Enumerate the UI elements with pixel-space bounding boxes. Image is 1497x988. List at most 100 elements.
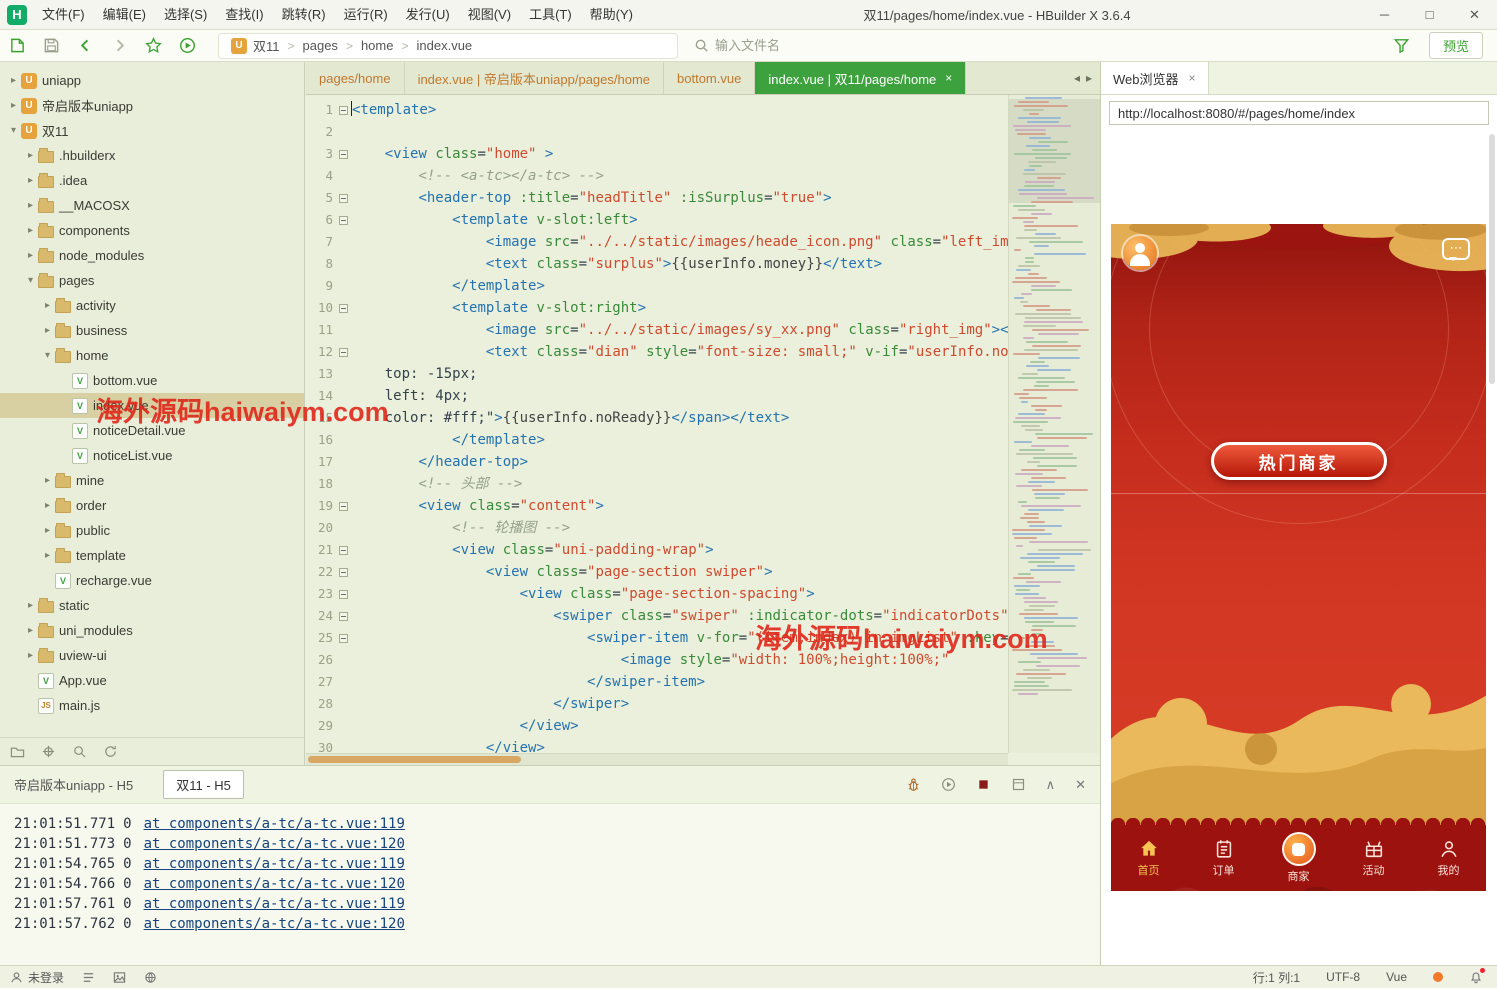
fold-marker-icon[interactable] <box>336 627 351 649</box>
code-line[interactable]: 12 <text class="dian" style="font-size: … <box>306 341 1008 363</box>
language-mode[interactable]: Vue <box>1386 970 1407 984</box>
back-icon[interactable] <box>68 33 102 59</box>
avatar[interactable] <box>1123 236 1157 270</box>
menu-item[interactable]: 选择(S) <box>155 0 216 30</box>
breadcrumb-item[interactable]: pages <box>303 38 338 53</box>
expand-arrow[interactable]: ▸ <box>23 250 38 261</box>
expand-arrow[interactable]: ▸ <box>40 325 55 336</box>
log-source-link[interactable]: at components/a-tc/a-tc.vue:119 <box>144 816 405 832</box>
expand-arrow[interactable]: ▸ <box>23 225 38 236</box>
fold-marker-icon[interactable] <box>336 605 351 627</box>
code-line[interactable]: 14 left: 4px; <box>306 385 1008 407</box>
code-line[interactable]: 23 <view class="page-section-spacing"> <box>306 583 1008 605</box>
log-source-link[interactable]: at components/a-tc/a-tc.vue:120 <box>144 916 405 932</box>
code-line[interactable]: 1<template> <box>306 99 1008 121</box>
menu-item[interactable]: 文件(F) <box>33 0 94 30</box>
code-line[interactable]: 16 </template> <box>306 429 1008 451</box>
expand-arrow[interactable]: ▸ <box>6 75 21 86</box>
minimize-icon[interactable]: ─ <box>1362 0 1407 30</box>
fold-marker-icon[interactable] <box>336 561 351 583</box>
editor-tab[interactable]: index.vue | 帝启版本uniapp/pages/home <box>405 62 664 94</box>
new-file-icon[interactable] <box>0 33 34 59</box>
code-line[interactable]: 18 <!-- 头部 --> <box>306 473 1008 495</box>
code-line[interactable]: 17 </header-top> <box>306 451 1008 473</box>
minimap-viewport[interactable] <box>1009 99 1100 203</box>
code-line[interactable]: 26 <image style="width: 100%;height:100%… <box>306 649 1008 671</box>
editor-tab[interactable]: bottom.vue <box>664 62 755 94</box>
collapse-icon[interactable]: ∧ <box>1046 777 1056 793</box>
tree-item[interactable]: JSmain.js <box>0 693 304 718</box>
url-input[interactable] <box>1110 106 1488 121</box>
fold-marker-icon[interactable] <box>336 209 351 231</box>
encoding[interactable]: UTF-8 <box>1326 970 1360 984</box>
menu-item[interactable]: 运行(R) <box>335 0 397 30</box>
code-line[interactable]: 20 <!-- 轮播图 --> <box>306 517 1008 539</box>
tree-item[interactable]: ▾U双11 <box>0 118 304 143</box>
tree-item[interactable]: ▸order <box>0 493 304 518</box>
tree-item[interactable]: ▸mine <box>0 468 304 493</box>
code-line[interactable]: 3 <view class="home" > <box>306 143 1008 165</box>
code-line[interactable]: 30 </view> <box>306 737 1008 753</box>
hot-merchants-button[interactable]: 热门商家 <box>1211 442 1387 480</box>
file-search[interactable] <box>694 38 1385 53</box>
tree-item[interactable]: Vindex.vue <box>0 393 304 418</box>
debug-icon[interactable] <box>906 777 921 792</box>
save-icon[interactable] <box>34 33 68 59</box>
message-icon[interactable]: ⋯ <box>1442 238 1470 260</box>
tab-scroll-left-icon[interactable]: ◂ <box>1074 71 1080 85</box>
code-line[interactable]: 5 <header-top :title="headTitle" :isSurp… <box>306 187 1008 209</box>
star-icon[interactable] <box>136 33 170 59</box>
tab-bar-item-order[interactable]: 订单 <box>1186 838 1261 878</box>
breadcrumb-item[interactable]: home <box>361 38 394 53</box>
code-line[interactable]: 11 <image src="../../static/images/sy_xx… <box>306 319 1008 341</box>
menu-item[interactable]: 视图(V) <box>459 0 520 30</box>
filter-icon[interactable] <box>1385 33 1419 59</box>
cursor-position[interactable]: 行:1 列:1 <box>1253 969 1300 986</box>
editor-tab[interactable]: pages/home <box>306 62 405 94</box>
tree-item[interactable]: ▾pages <box>0 268 304 293</box>
code-line[interactable]: 15 color: #fff;">{{userInfo.noReady}}</s… <box>306 407 1008 429</box>
tree-item[interactable]: ▸components <box>0 218 304 243</box>
restart-icon[interactable] <box>941 777 956 792</box>
browser-tab-close-icon[interactable]: × <box>1189 71 1196 85</box>
expand-arrow[interactable]: ▾ <box>23 275 38 286</box>
code-area[interactable]: 1<template>23 <view class="home" >4 <!--… <box>306 95 1008 753</box>
tree-item[interactable]: ▸node_modules <box>0 243 304 268</box>
run-icon[interactable] <box>170 33 204 59</box>
tree-item[interactable]: ▸uview-ui <box>0 643 304 668</box>
log-source-link[interactable]: at components/a-tc/a-tc.vue:120 <box>144 836 405 852</box>
tree-item[interactable]: VnoticeDetail.vue <box>0 418 304 443</box>
fold-marker-icon[interactable] <box>336 99 351 121</box>
expand-arrow[interactable]: ▸ <box>40 500 55 511</box>
tree-item[interactable]: ▸.idea <box>0 168 304 193</box>
console-tab[interactable]: 双11 - H5 <box>163 770 244 799</box>
tree-item[interactable]: ▸public <box>0 518 304 543</box>
fold-marker-icon[interactable] <box>336 539 351 561</box>
close-icon[interactable]: ✕ <box>1452 0 1497 30</box>
breadcrumb-item[interactable]: 双11 <box>253 36 280 55</box>
expand-arrow[interactable]: ▾ <box>6 125 21 136</box>
expand-arrow[interactable]: ▸ <box>23 175 38 186</box>
tree-item[interactable]: Vbottom.vue <box>0 368 304 393</box>
code-line[interactable]: 6 <template v-slot:left> <box>306 209 1008 231</box>
tree-item[interactable]: ▸__MACOSX <box>0 193 304 218</box>
expand-arrow[interactable]: ▸ <box>23 150 38 161</box>
plugins-icon[interactable] <box>144 971 157 984</box>
code-line[interactable]: 19 <view class="content"> <box>306 495 1008 517</box>
refresh-tree-icon[interactable] <box>103 744 118 759</box>
new-folder-icon[interactable] <box>10 744 25 759</box>
stop-icon[interactable] <box>976 777 991 792</box>
menu-item[interactable]: 帮助(Y) <box>581 0 642 30</box>
tree-item[interactable]: ▸.hbuilderx <box>0 143 304 168</box>
expand-arrow[interactable]: ▾ <box>40 350 55 361</box>
expand-arrow[interactable]: ▸ <box>40 475 55 486</box>
breadcrumb-item[interactable]: index.vue <box>417 38 473 53</box>
log-source-link[interactable]: at components/a-tc/a-tc.vue:119 <box>144 856 405 872</box>
fold-marker-icon[interactable] <box>336 495 351 517</box>
menu-item[interactable]: 编辑(E) <box>94 0 155 30</box>
frame-icon[interactable] <box>1011 777 1026 792</box>
scrollbar-thumb[interactable] <box>308 756 521 763</box>
outline-icon[interactable] <box>82 971 95 984</box>
locate-file-icon[interactable] <box>41 744 56 759</box>
code-line[interactable]: 7 <image src="../../static/images/heade_… <box>306 231 1008 253</box>
